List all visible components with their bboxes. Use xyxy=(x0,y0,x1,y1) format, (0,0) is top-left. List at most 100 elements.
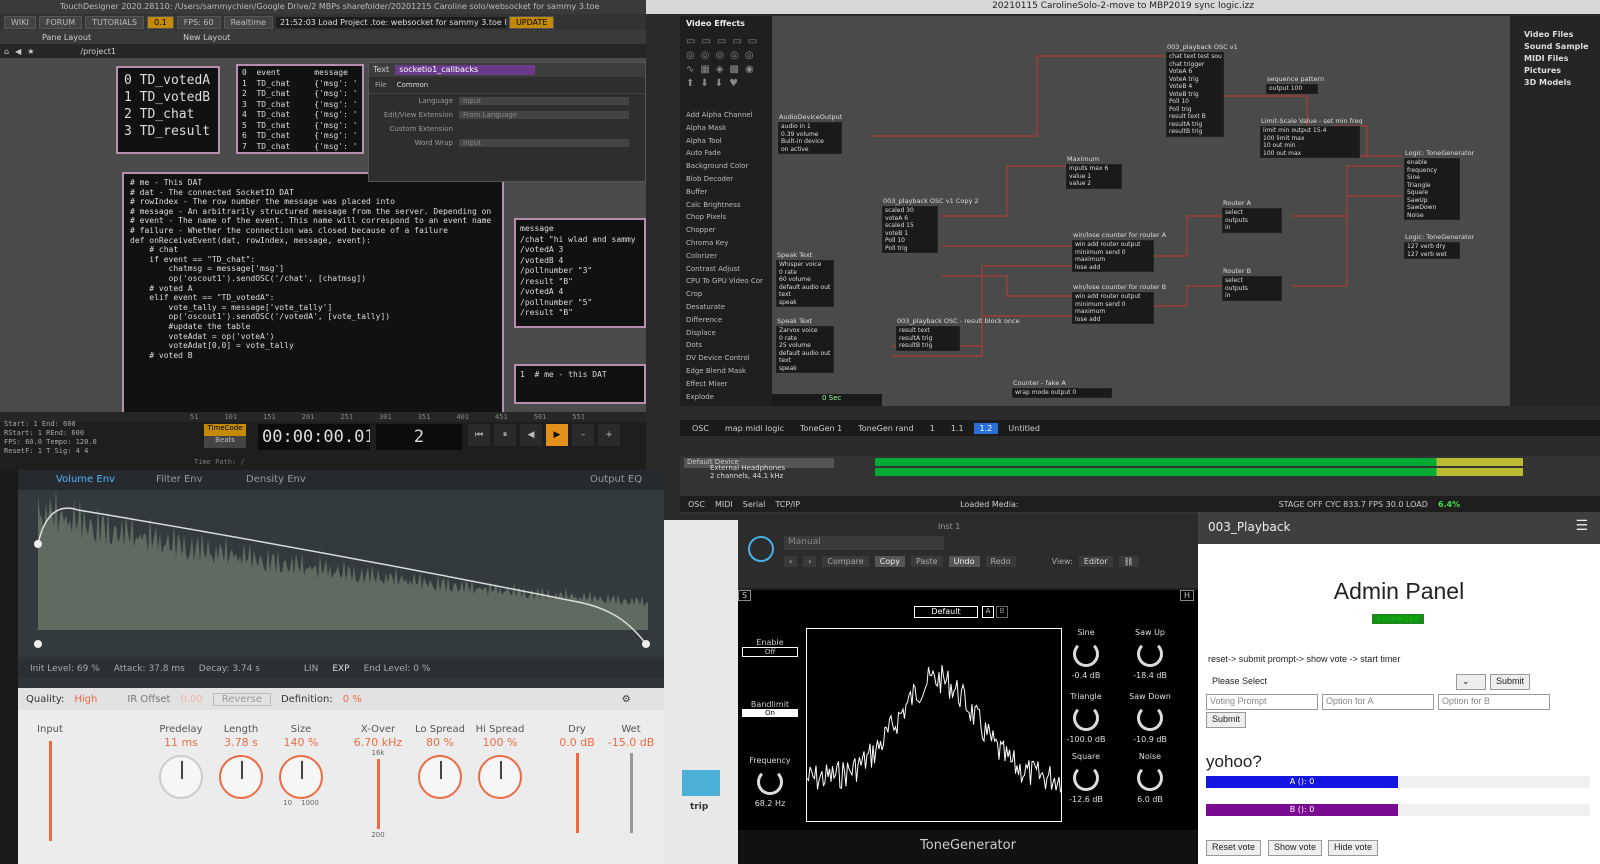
actor-node[interactable]: win/lose counter for router A win add rou… xyxy=(1072,231,1166,272)
input-fader[interactable] xyxy=(48,741,52,841)
actor-port[interactable]: 0 rate xyxy=(777,269,833,277)
actor-port[interactable]: outputs xyxy=(1223,285,1281,293)
actor-node[interactable]: sequence pattern output 100 xyxy=(1266,75,1324,94)
hide-vote-button[interactable]: Hide vote xyxy=(1328,840,1379,856)
option-b-input[interactable]: Option for B xyxy=(1438,694,1550,710)
h-button[interactable]: H xyxy=(1179,590,1194,601)
actor-item[interactable]: Difference xyxy=(680,316,772,329)
actor-item[interactable]: Buffer xyxy=(680,188,772,201)
actor-node[interactable]: Logic: ToneGenerator 127 verb dry 127 verb… xyxy=(1404,233,1474,259)
dat-votes-table[interactable]: 0 TD_votedA 1 TD_votedB 2 TD_chat 3 TD_r… xyxy=(116,66,220,154)
media-video-files[interactable]: Video Files xyxy=(1510,30,1600,42)
actor-port[interactable]: 10 out min xyxy=(1261,142,1359,150)
actor-item[interactable]: Background Color xyxy=(680,162,772,175)
actor-item[interactable]: Desaturate xyxy=(680,303,772,316)
actor-port[interactable]: resultB trig xyxy=(897,342,959,350)
td-update-button[interactable]: UPDATE xyxy=(508,15,555,29)
reset-vote-button[interactable]: Reset vote xyxy=(1206,840,1262,856)
actor-port[interactable]: audio in 1 xyxy=(779,123,841,131)
sawdown-knob[interactable]: Saw Down -10.9 dB xyxy=(1120,692,1180,744)
actor-node[interactable]: AudioDeviceOutput audio in 1 0.39 volume Bu… xyxy=(778,113,842,154)
actor-node[interactable]: 003_playback OSC - result block once resu… xyxy=(896,317,1020,351)
plus-icon[interactable]: + xyxy=(598,424,620,446)
actor-port[interactable]: output 100 xyxy=(1267,85,1317,93)
io-tab-osc[interactable]: OSC xyxy=(688,500,705,509)
knob-size[interactable]: Size 140 % 10 1000 xyxy=(266,724,336,807)
link-icon[interactable]: ⛓ xyxy=(1118,556,1139,567)
envelope-waveform[interactable] xyxy=(18,490,664,656)
actor-port[interactable]: Poll trig xyxy=(1167,106,1223,114)
actor-port[interactable]: text xyxy=(777,357,833,365)
td-pane-layout[interactable]: Pane Layout xyxy=(42,33,91,42)
td-new-layout[interactable]: New Layout xyxy=(183,33,230,42)
actor-port[interactable]: Sine xyxy=(1405,174,1459,182)
enable-control[interactable]: Enable Off xyxy=(742,638,798,657)
preset-default[interactable]: Default xyxy=(914,606,978,618)
stepper-icon[interactable]: ⌄ xyxy=(1456,674,1486,690)
isadora-media-bin[interactable]: Video Files Sound Sample MIDI Files Pict… xyxy=(1510,16,1600,406)
knob-lo-spread[interactable]: Lo Spread 80 % xyxy=(410,724,470,799)
actor-item[interactable]: Contrast Adjust xyxy=(680,265,772,278)
redo-button[interactable]: Redo xyxy=(985,556,1016,567)
view-menu[interactable]: Editor xyxy=(1078,556,1113,567)
square-knob[interactable]: Square -12.6 dB xyxy=(1056,752,1116,804)
actor-port[interactable]: in xyxy=(1223,224,1281,232)
actor-port[interactable]: VoteA trig xyxy=(1167,76,1223,84)
actor-port[interactable]: SawUp xyxy=(1405,197,1459,205)
actor-port[interactable]: lose add xyxy=(1073,264,1153,272)
ir-offset-value[interactable]: 0.00 xyxy=(180,694,202,705)
actor-port[interactable]: text xyxy=(777,291,833,299)
exp-button[interactable]: EXP xyxy=(332,664,349,674)
prompt-submit-button[interactable]: Submit xyxy=(1206,712,1247,728)
actor-port[interactable]: default audio out xyxy=(777,284,833,292)
isadora-actor-list[interactable]: Video Effects ▭▭▭▭▭ ◎◎◎◎◎ ∿▦◈▩◉ ⬆⬇⬇♥ Add… xyxy=(680,16,772,406)
knob-hi-spread[interactable]: Hi Spread 100 % xyxy=(470,724,530,799)
actor-port[interactable]: result text B xyxy=(1167,113,1223,121)
voting-prompt-input[interactable]: Voting Prompt xyxy=(1206,694,1318,710)
actor-port[interactable]: in xyxy=(1223,292,1281,300)
td-time-display[interactable]: 00:00:00.01 xyxy=(258,424,370,450)
actor-port[interactable]: 100 limit max xyxy=(1261,135,1359,143)
actor-port[interactable]: default audio out xyxy=(777,350,833,358)
wet-fader[interactable]: Wet -15.0 dB xyxy=(604,724,658,837)
actor-node[interactable]: Router A select outputs in xyxy=(1222,199,1282,233)
actor-port[interactable]: resultB trig xyxy=(1167,128,1223,136)
actor-item[interactable]: Dots xyxy=(680,341,772,354)
decay[interactable]: Decay: 3.74 s xyxy=(199,664,260,674)
actor-item[interactable]: Chop Pixels xyxy=(680,213,772,226)
actor-node[interactable]: Router B select outputs in xyxy=(1222,267,1282,301)
actor-port[interactable]: SawDown xyxy=(1405,204,1459,212)
scene-item[interactable]: ToneGen rand xyxy=(852,423,920,434)
param-extension-menu[interactable]: From Language xyxy=(459,111,629,119)
show-vote-button[interactable]: Show vote xyxy=(1268,840,1323,856)
select-submit-button[interactable]: Submit xyxy=(1490,674,1531,690)
scene-item[interactable]: OSC xyxy=(686,423,715,434)
actor-item[interactable]: Alpha Mask xyxy=(680,124,772,137)
actor-port[interactable]: VoteB trig xyxy=(1167,91,1223,99)
actor-port[interactable]: voteA 6 xyxy=(883,215,937,223)
actor-port[interactable]: Poll 10 xyxy=(1167,98,1223,106)
td-panel-tab-file[interactable]: File xyxy=(375,81,387,89)
isadora-time-slider[interactable]: 0 Sec xyxy=(772,394,882,406)
compare-button[interactable]: Compare xyxy=(822,556,869,567)
sawup-knob[interactable]: Saw Up -18.4 dB xyxy=(1120,628,1180,680)
isadora-scene-editor[interactable]: AudioDeviceOutput audio in 1 0.39 volume Bu… xyxy=(772,16,1510,406)
back-icon[interactable]: ◀ xyxy=(15,47,21,56)
scene-item[interactable]: 1.1 xyxy=(945,423,970,434)
param-wordwrap-menu[interactable]: Input xyxy=(459,139,629,147)
preset-menu[interactable]: Manual xyxy=(784,536,944,550)
scene-item[interactable]: ToneGen 1 xyxy=(794,423,848,434)
tab-volume-env[interactable]: Volume Env xyxy=(56,474,115,485)
actor-port[interactable]: Noise xyxy=(1405,212,1459,220)
actor-port[interactable]: VoteB 4 xyxy=(1167,83,1223,91)
actor-item[interactable]: Chroma Key xyxy=(680,239,772,252)
power-icon[interactable] xyxy=(748,536,774,562)
actor-port[interactable]: 0 rate xyxy=(777,335,833,343)
menu-icon[interactable]: ☰ xyxy=(1575,518,1588,534)
actor-port[interactable]: minimum send 0 xyxy=(1073,301,1153,309)
actor-node[interactable]: Limit-Scale Value - set min freq limit m… xyxy=(1260,117,1363,158)
poll-select[interactable]: Please Select xyxy=(1208,674,1452,690)
media-3d-models[interactable]: 3D Models xyxy=(1510,78,1600,90)
reverse-button[interactable]: Reverse xyxy=(212,692,271,706)
actor-port[interactable]: Square xyxy=(1405,189,1459,197)
